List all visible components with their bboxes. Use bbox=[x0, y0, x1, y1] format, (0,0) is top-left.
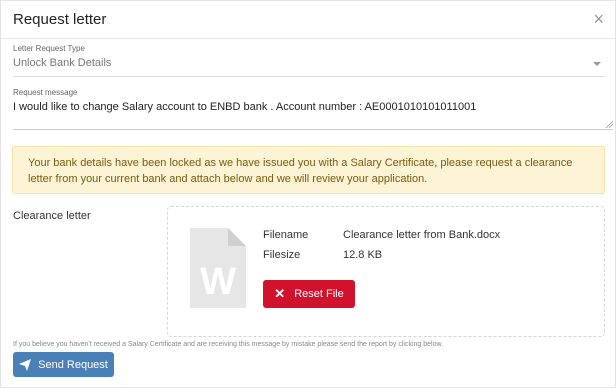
close-icon[interactable]: × bbox=[593, 10, 604, 28]
reset-file-label: Reset File bbox=[294, 288, 344, 300]
resize-handle-icon[interactable] bbox=[605, 120, 613, 128]
filesize-label: Filesize bbox=[263, 249, 301, 261]
modal-title: Request letter bbox=[13, 11, 107, 28]
request-type-select[interactable]: Unlock Bank Details bbox=[13, 53, 605, 77]
word-document-icon: W bbox=[190, 228, 246, 308]
modal-header: Request letter × bbox=[1, 1, 615, 39]
request-message-textarea[interactable]: I would like to change Salary account to… bbox=[13, 97, 613, 130]
locked-bank-details-alert: Your bank details have been locked as we… bbox=[12, 146, 605, 194]
filename-label: Filename bbox=[263, 229, 309, 241]
filename-value: Clearance letter from Bank.docx bbox=[343, 229, 501, 241]
close-icon: ✕ bbox=[274, 286, 286, 301]
reset-file-button[interactable]: ✕ Reset File bbox=[263, 280, 355, 308]
mistake-footnote: If you believe you haven't received a Sa… bbox=[13, 341, 444, 348]
request-type-label: Letter Request Type bbox=[13, 44, 85, 53]
request-type-value: Unlock Bank Details bbox=[13, 57, 112, 69]
paper-plane-icon bbox=[19, 358, 32, 371]
file-dropzone[interactable]: W Filename Clearance letter from Bank.do… bbox=[167, 206, 605, 337]
request-letter-modal: Request letter × Letter Request Type Unl… bbox=[0, 0, 616, 388]
clearance-letter-label: Clearance letter bbox=[13, 210, 91, 222]
request-message-value: I would like to change Salary account to… bbox=[13, 101, 477, 113]
svg-text:W: W bbox=[200, 261, 236, 303]
filesize-value: 12.8 KB bbox=[343, 249, 383, 261]
chevron-down-icon bbox=[593, 62, 601, 66]
send-request-button[interactable]: Send Request bbox=[13, 352, 114, 377]
send-request-label: Send Request bbox=[38, 358, 108, 371]
request-message-label: Request message bbox=[13, 88, 78, 97]
